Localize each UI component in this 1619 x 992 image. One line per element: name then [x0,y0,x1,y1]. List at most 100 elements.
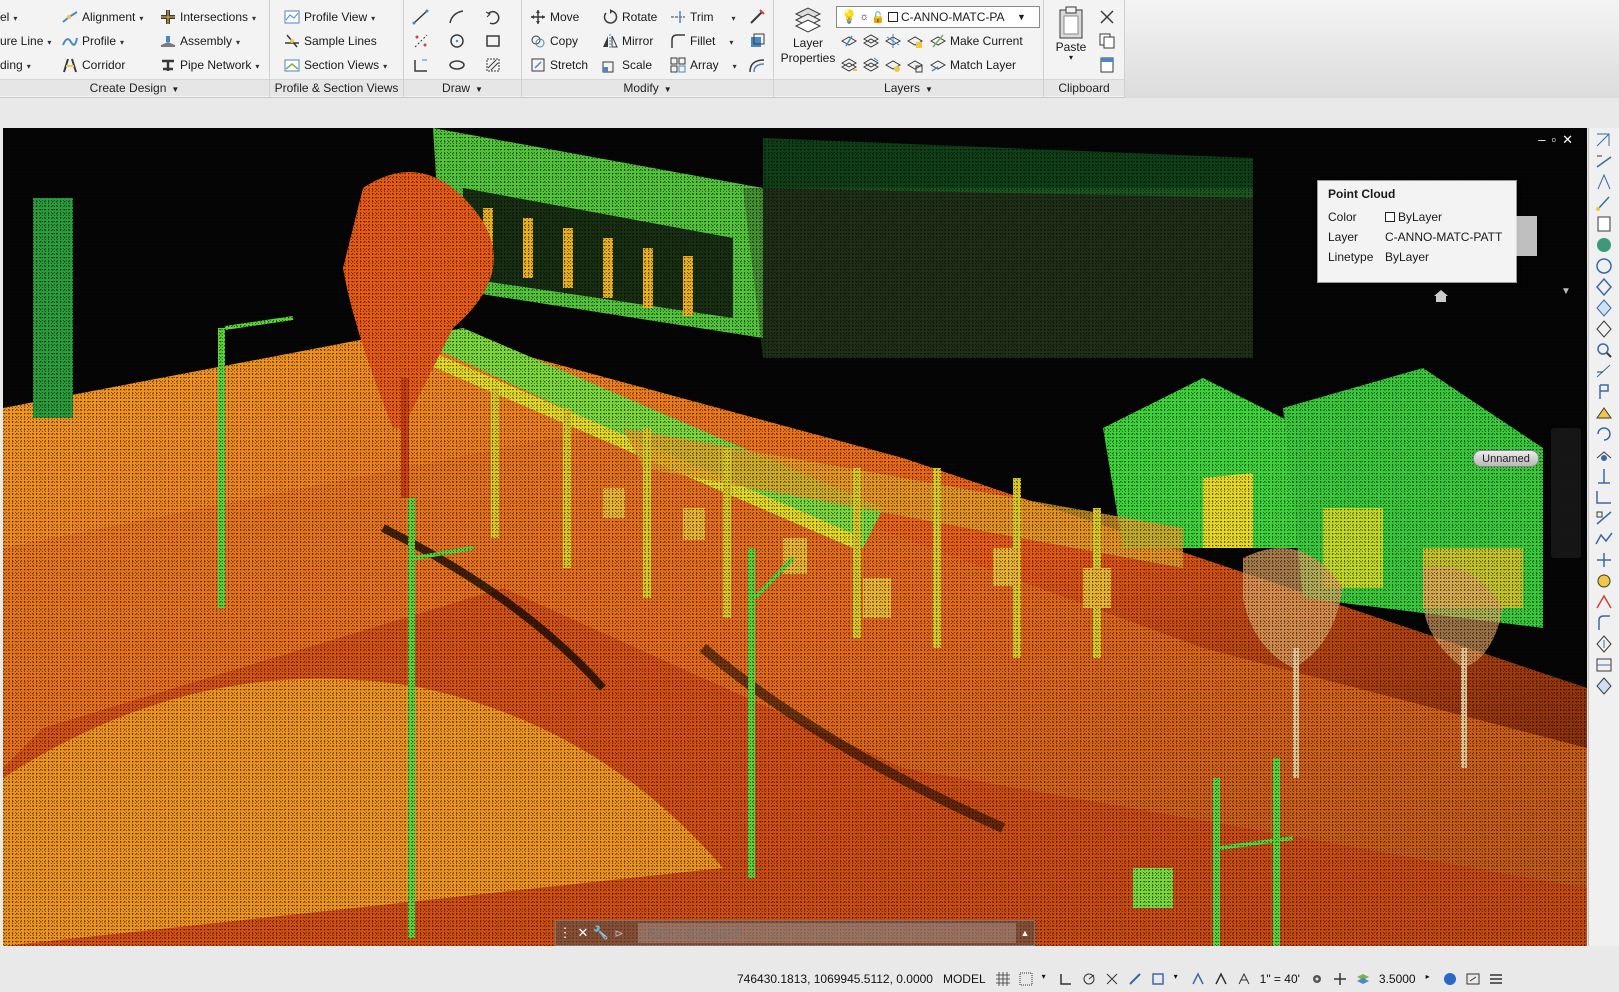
toggle-arrow-icon[interactable]: ▸ [1426,972,1434,986]
match-layer-button[interactable]: Match Layer [930,55,1016,75]
rotate-arc-icon[interactable] [484,8,502,26]
annotation-scale-icon[interactable] [1237,972,1251,986]
make-current-button[interactable]: Make Current [930,31,1023,51]
lineweight-icon[interactable] [1128,972,1142,986]
nav-tool-14-icon[interactable] [1594,404,1614,422]
selection-cycling-icon[interactable] [1151,972,1165,986]
layer-properties-button[interactable]: Layer Properties [780,4,836,66]
layers-stack-icon[interactable] [1356,972,1370,986]
copy-clip-icon[interactable] [1098,32,1116,50]
ellipse-icon[interactable] [448,56,466,74]
layer-freeze-icon[interactable] [884,32,902,50]
offset-icon[interactable] [748,56,766,74]
layer-lock-icon[interactable] [906,32,924,50]
command-input[interactable] [638,923,1016,943]
nav-tool-22-icon[interactable] [1594,572,1614,590]
nav-tool-18-icon[interactable] [1594,488,1614,506]
grid-icon[interactable] [995,972,1010,986]
fullscreen-icon[interactable] [1466,972,1480,986]
panel-title-draw[interactable]: Draw ▼ [404,79,521,96]
paste-button[interactable]: Paste ▾ [1052,6,1090,62]
chevron-up-icon[interactable]: ▲ [1016,928,1034,938]
nav-tool-24-icon[interactable] [1594,614,1614,632]
array-button[interactable]: Array ▾ [670,55,737,75]
auto-scale-icon[interactable] [1214,972,1228,986]
nav-tool-19-icon[interactable] [1594,509,1614,527]
assembly-button[interactable]: Assembly ▾ [160,31,240,51]
pipe-network-button[interactable]: Pipe Network ▾ [160,55,259,75]
nav-tool-2-icon[interactable] [1594,152,1614,170]
rectangle-icon[interactable] [484,32,502,50]
nav-tool-6-icon[interactable] [1594,236,1614,254]
nav-tool-27-icon[interactable] [1594,677,1614,695]
scale-button[interactable]: Scale [602,55,652,75]
nav-tool-16-icon[interactable] [1594,446,1614,464]
rotate-button[interactable]: Rotate [602,7,657,27]
annotation-visibility-icon[interactable] [1191,972,1205,986]
copy-button[interactable]: Copy [530,31,578,51]
nav-tool-12-icon[interactable] [1594,362,1614,380]
polar-icon[interactable] [1082,972,1096,986]
viewcube-face[interactable] [1515,216,1537,256]
copy-with-basepoint-icon[interactable] [1098,56,1116,74]
close-icon[interactable]: ✕ [574,925,592,941]
panel-title-layers[interactable]: Layers ▼ [774,79,1043,96]
wrench-icon[interactable]: 🔧 [592,925,610,941]
nav-tool-4-icon[interactable] [1594,194,1614,212]
spline-icon[interactable] [412,56,430,74]
nav-tool-5-icon[interactable] [1594,215,1614,233]
annotation-value[interactable]: 3.5000 [1379,972,1416,986]
intersections-button[interactable]: Intersections ▾ [160,7,256,27]
nav-tool-7-icon[interactable] [1594,257,1614,275]
profile-button[interactable]: Profile ▾ [62,31,124,51]
nav-tool-23-icon[interactable] [1594,593,1614,611]
corridor-button[interactable]: Corridor [62,55,125,75]
layer-thaw-icon[interactable] [884,56,902,74]
point-icon[interactable] [412,32,430,50]
nav-tool-25-icon[interactable] [1594,635,1614,653]
layer-off-icon[interactable] [840,32,858,50]
nav-tool-9-icon[interactable] [1594,299,1614,317]
ucs-unnamed-menu[interactable]: Unnamed [1473,450,1539,467]
nav-tool-21-icon[interactable] [1594,551,1614,569]
sample-lines-button[interactable]: Sample Lines [284,31,377,51]
home-icon[interactable] [1433,288,1449,304]
nav-tool-17-icon[interactable] [1594,467,1614,485]
section-views-button[interactable]: Section Views ▾ [284,55,387,75]
nav-tool-1-icon[interactable] [1594,131,1614,149]
nav-tool-10-icon[interactable] [1594,320,1614,338]
alignment-button[interactable]: Alignment ▾ [62,7,143,27]
model-space-button[interactable]: MODEL [943,972,986,986]
polyline-icon[interactable] [448,8,466,26]
ribbon-item-model[interactable]: el ▾ [0,7,17,27]
drawing-viewport[interactable]: –▫✕ Unnamed Point Cloud Color ByLayer Lay… [3,128,1587,946]
chevron-down-icon[interactable]: ▾ [1042,972,1050,986]
panel-title-create-design[interactable]: Create Design ▼ [0,79,269,96]
nav-tool-20-icon[interactable] [1594,530,1614,548]
layer-previous-icon[interactable] [862,56,880,74]
erase-icon[interactable] [748,8,766,26]
layer-walk-icon[interactable] [840,56,858,74]
ribbon-item-grading[interactable]: ding ▾ [0,55,31,75]
chevron-down-icon[interactable]: ▾ [1174,972,1182,986]
nav-tool-3-icon[interactable] [1594,173,1614,191]
move-button[interactable]: Move [530,7,579,27]
mirror-button[interactable]: Mirror [602,31,653,51]
viewport-scrollbar[interactable] [1551,428,1581,558]
nav-tool-11-icon[interactable] [1594,341,1614,359]
layer-dropdown[interactable]: 💡 ☼ 🔓 C-ANNO-MATC-PA ▼ [836,6,1040,28]
trim-button[interactable]: Trim ▾ [670,7,736,27]
nav-tool-26-icon[interactable] [1594,656,1614,674]
profile-view-button[interactable]: Profile View ▾ [284,7,375,27]
hamburger-menu-icon[interactable] [1489,972,1503,986]
line-icon[interactable] [412,8,430,26]
viewport-window-controls[interactable]: –▫✕ [1538,132,1579,148]
command-grip-icon[interactable]: ⋮ [556,925,574,941]
snap-icon[interactable] [1019,972,1033,986]
circle-icon[interactable] [448,32,466,50]
nav-tool-13-icon[interactable] [1594,383,1614,401]
panel-title-modify[interactable]: Modify ▼ [522,79,773,96]
viewcube-chevron-icon[interactable]: ▼ [1561,286,1571,297]
explode-icon[interactable] [748,32,766,50]
osnap-icon[interactable] [1105,972,1119,986]
